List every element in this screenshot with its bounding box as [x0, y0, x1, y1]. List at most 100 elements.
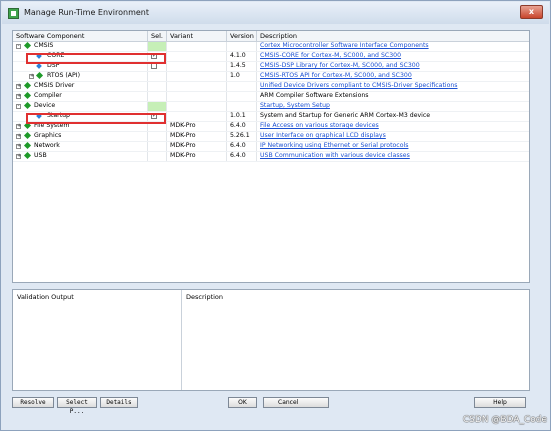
expand-icon[interactable]: +: [16, 153, 21, 159]
sel-cell: [148, 42, 167, 51]
description-text[interactable]: Unified Device Drivers compliant to CMSI…: [260, 82, 458, 89]
variant-cell: MDK-Pro: [167, 122, 227, 131]
description-text[interactable]: CMSIS-CORE for Cortex-M, SC000, and SC30…: [260, 52, 401, 59]
col-header-sel[interactable]: Sel.: [148, 31, 167, 42]
green-diamond-icon: [23, 102, 32, 110]
description-text[interactable]: IP Networking using Ethernet or Serial p…: [260, 142, 408, 149]
description-cell[interactable]: User Interface on graphical LCD displays: [257, 132, 529, 141]
component-name: CMSIS Driver: [34, 82, 75, 89]
col-header-version[interactable]: Version: [227, 31, 257, 42]
version-text: 6.4.0: [230, 142, 246, 149]
select-packs-button[interactable]: Select P...: [57, 397, 97, 415]
green-diamond-icon: [23, 142, 32, 150]
close-button[interactable]: x: [520, 5, 543, 19]
component-name: Device: [34, 102, 56, 109]
description-cell[interactable]: IP Networking using Ethernet or Serial p…: [257, 142, 529, 151]
green-diamond-icon: [23, 152, 32, 160]
variant-cell: [167, 112, 227, 121]
col-header-component[interactable]: Software Component: [13, 31, 148, 42]
expand-icon[interactable]: +: [16, 93, 21, 99]
component-table: Software Component Sel. Variant Version …: [12, 30, 530, 283]
expand-icon[interactable]: +: [16, 133, 21, 139]
highlight-startup-row: [26, 113, 166, 124]
sel-cell: [148, 82, 167, 91]
table-row[interactable]: + CMSIS Driver Unified Device Drivers comp…: [13, 82, 529, 92]
collapse-icon[interactable]: -: [16, 103, 21, 109]
variant-text: MDK-Pro: [170, 142, 196, 149]
variant-cell: MDK-Pro: [167, 132, 227, 141]
variant-cell: [167, 82, 227, 91]
variant-cell: MDK-Pro: [167, 142, 227, 151]
version-cell: 1.0: [227, 72, 257, 81]
expand-icon[interactable]: +: [16, 123, 21, 129]
highlight-core-row: [26, 53, 166, 64]
green-diamond-icon: [23, 92, 32, 100]
green-diamond-icon: [35, 72, 44, 80]
table-row[interactable]: - Device Startup, System Setup: [13, 102, 529, 112]
description-text[interactable]: USB Communication with various device cl…: [260, 152, 410, 159]
table-row[interactable]: + RTOS (API) 1.0 CMSIS-RTOS API for Cortex-…: [13, 72, 529, 82]
validation-description-header: Description: [186, 293, 224, 301]
table-row[interactable]: + USB MDK-Pro 6.4.0 USB Communication with v…: [13, 152, 529, 162]
sel-cell: [148, 152, 167, 161]
variant-cell: [167, 72, 227, 81]
ok-button[interactable]: OK: [228, 397, 257, 408]
details-button[interactable]: Details: [100, 397, 138, 408]
description-text[interactable]: CMSIS-RTOS API for Cortex-M, SC000, and …: [260, 72, 412, 79]
version-text: 4.1.0: [230, 52, 246, 59]
expand-icon[interactable]: +: [16, 83, 21, 89]
description-cell[interactable]: CMSIS-CORE for Cortex-M, SC000, and SC30…: [257, 52, 529, 61]
component-cell: - CMSIS: [13, 42, 148, 51]
component-name: Network: [34, 142, 60, 149]
collapse-icon[interactable]: -: [16, 43, 21, 49]
version-cell: 6.4.0: [227, 152, 257, 161]
description-cell[interactable]: CMSIS-RTOS API for Cortex-M, SC000, and …: [257, 72, 529, 81]
description-cell[interactable]: Cortex Microcontroller Software Interfac…: [257, 42, 529, 51]
description-text[interactable]: CMSIS-DSP Library for Cortex-M, SC000, a…: [260, 62, 420, 69]
variant-text: MDK-Pro: [170, 122, 196, 129]
description-text[interactable]: User Interface on graphical LCD displays: [260, 132, 386, 139]
table-row[interactable]: - CMSIS Cortex Microcontroller Software In…: [13, 42, 529, 52]
title-bar[interactable]: Manage Run-Time Environment x: [2, 2, 549, 24]
component-name: RTOS (API): [47, 72, 81, 79]
variant-text: MDK-Pro: [170, 152, 196, 159]
expand-icon[interactable]: +: [29, 73, 34, 79]
sel-cell: [148, 142, 167, 151]
description-cell[interactable]: Startup, System Setup: [257, 102, 529, 111]
description-cell[interactable]: Unified Device Drivers compliant to CMSI…: [257, 82, 529, 91]
cancel-button[interactable]: Cancel: [263, 397, 329, 408]
variant-cell: [167, 62, 227, 71]
validation-panel: Validation Output Description: [12, 289, 530, 391]
component-cell: + Compiler: [13, 92, 148, 101]
component-cell: + RTOS (API): [13, 72, 148, 81]
col-header-variant[interactable]: Variant: [167, 31, 227, 42]
description-cell[interactable]: File Access on various storage devices: [257, 122, 529, 131]
blue-gem-icon: [36, 63, 42, 69]
description-cell[interactable]: USB Communication with various device cl…: [257, 152, 529, 161]
version-cell: 6.4.0: [227, 122, 257, 131]
component-name: USB: [34, 152, 47, 159]
sel-cell: [148, 102, 167, 111]
version-cell: 1.0.1: [227, 112, 257, 121]
description-cell[interactable]: CMSIS-DSP Library for Cortex-M, SC000, a…: [257, 62, 529, 71]
rte-app-icon: [8, 8, 19, 19]
component-name: Graphics: [34, 132, 62, 139]
description-text[interactable]: File Access on various storage devices: [260, 122, 379, 129]
description-text[interactable]: Cortex Microcontroller Software Interfac…: [260, 42, 429, 49]
resolve-button[interactable]: Resolve: [12, 397, 54, 408]
sel-cell: [148, 132, 167, 141]
component-cell: - Device: [13, 102, 148, 111]
validation-output-header: Validation Output: [17, 293, 74, 301]
variant-cell: [167, 102, 227, 111]
help-button[interactable]: Help: [474, 397, 526, 408]
table-row[interactable]: + Network MDK-Pro 6.4.0 IP Networking using …: [13, 142, 529, 152]
description-text[interactable]: Startup, System Setup: [260, 102, 330, 109]
green-diamond-icon: [23, 42, 32, 50]
window-title: Manage Run-Time Environment: [24, 8, 150, 17]
component-cell: + CMSIS Driver: [13, 82, 148, 91]
table-row[interactable]: + Graphics MDK-Pro 5.26.1 User Interface on …: [13, 132, 529, 142]
version-text: 6.4.0: [230, 122, 246, 129]
col-header-description[interactable]: Description: [257, 31, 529, 42]
table-row[interactable]: + Compiler ARM Compiler Software Extension…: [13, 92, 529, 102]
expand-icon[interactable]: +: [16, 143, 21, 149]
